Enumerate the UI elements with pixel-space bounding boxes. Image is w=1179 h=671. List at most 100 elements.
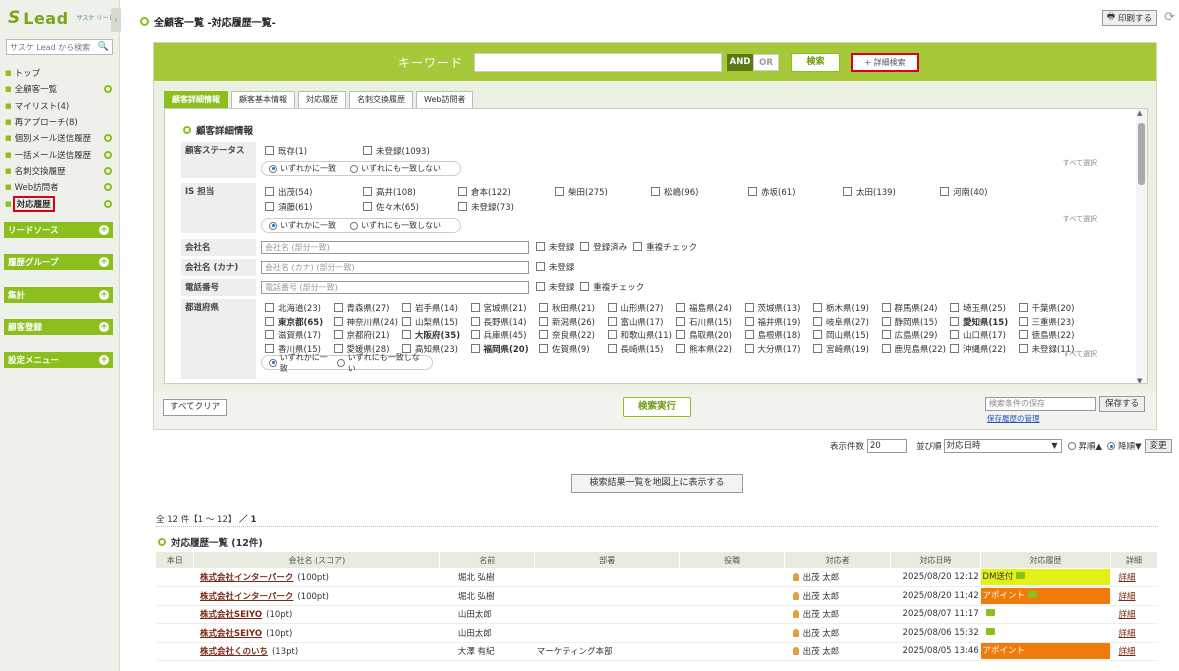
prefecture-checkbox[interactable]: 山梨県(15) [402, 316, 458, 328]
keyword-input[interactable] [474, 53, 722, 72]
radio-none[interactable] [350, 221, 358, 230]
prefecture-checkbox[interactable]: 島根県(18) [745, 329, 801, 341]
prefecture-checkbox[interactable]: 滋賀県(17) [265, 329, 321, 341]
logo[interactable]: S Lead サスケ リード [0, 0, 119, 36]
plus-circle-icon[interactable]: + [99, 289, 109, 300]
prefecture-checkbox[interactable]: 石川県(15) [676, 316, 732, 328]
company-link[interactable]: 株式会社インターパーク [200, 592, 293, 602]
prefecture-checkbox[interactable]: 鳥取県(20) [676, 329, 732, 341]
plus-circle-icon[interactable]: + [99, 322, 109, 333]
change-button[interactable]: 変更 [1144, 439, 1172, 453]
prefecture-checkbox[interactable]: 富山県(17) [608, 316, 664, 328]
memo-icon[interactable] [1028, 590, 1038, 598]
prefecture-checkbox[interactable]: 京都府(21) [334, 329, 390, 341]
expand-circle-icon[interactable] [104, 166, 112, 175]
is-checkbox[interactable]: 河南(40) [940, 186, 987, 198]
detail-link[interactable]: 詳細 [1118, 629, 1135, 639]
count-input[interactable]: 20 [867, 439, 908, 453]
detail-link[interactable]: 詳細 [1118, 647, 1135, 657]
prefecture-checkbox[interactable]: 埼玉県(25) [950, 302, 1006, 314]
column-header[interactable]: 会社名 (スコア) [193, 552, 441, 568]
prefecture-checkbox[interactable]: 宮崎県(19) [813, 343, 869, 355]
prefecture-checkbox[interactable]: 群馬県(24) [882, 302, 938, 314]
table-row[interactable]: 株式会社SEIYO (10pt) 山田太郎 出茂 太郎 2025/08/06 15:32… [156, 623, 1158, 643]
company-registered-checkbox[interactable]: 登録済み [580, 241, 627, 253]
select-all-link[interactable]: すべて選択 [1063, 214, 1097, 224]
prefecture-checkbox[interactable]: 静岡県(15) [882, 316, 938, 328]
plus-circle-icon[interactable]: + [99, 257, 109, 268]
prefecture-checkbox[interactable]: 徳島県(22) [1019, 329, 1075, 341]
company-link[interactable]: 株式会社SEIYO [200, 629, 262, 639]
detail-link[interactable]: 詳細 [1118, 573, 1135, 583]
history-badge[interactable]: DM送付 [980, 569, 1111, 585]
radio-none[interactable] [336, 358, 345, 367]
memo-icon[interactable] [1016, 572, 1026, 579]
manage-saved-link[interactable]: 保存履歴の管理 [987, 413, 1040, 424]
prefecture-checkbox[interactable]: 愛知県(15) [950, 316, 1008, 328]
column-header[interactable]: 名前 [439, 552, 536, 568]
prefecture-checkbox[interactable]: 沖縄県(22) [950, 343, 1006, 355]
sidebar-search-input[interactable]: サスケ Lead から検索 🔍 [6, 39, 113, 55]
sidebar-section[interactable]: リードソース + [4, 221, 113, 238]
prefecture-checkbox[interactable]: 新潟県(26) [539, 316, 595, 328]
sort-select[interactable]: 対応日時 ▼ [943, 439, 1062, 453]
company-kana-input[interactable]: 会社名 (カナ) (部分一致) [261, 261, 529, 274]
prefecture-checkbox[interactable]: 福井県(19) [745, 316, 801, 328]
sidebar-item[interactable]: ■ 再アプローチ(8) [0, 114, 119, 130]
company-input[interactable]: 会社名 (部分一致) [261, 241, 529, 254]
save-condition-button[interactable]: 保存する [1099, 396, 1146, 412]
sidebar-collapse-button[interactable]: ‹ [111, 8, 121, 32]
status-checkbox-unregistered[interactable]: 未登録(1093) [363, 145, 430, 157]
phone-duplicate-checkbox[interactable]: 重複チェック [580, 281, 644, 293]
prefecture-checkbox[interactable]: 北海道(23) [265, 302, 321, 314]
panel-scrollbar[interactable]: ▲ ▼ [1136, 109, 1147, 383]
company-unregistered-checkbox[interactable]: 未登録 [536, 241, 575, 253]
refresh-icon[interactable]: ⟳ [1164, 10, 1175, 25]
radio-any[interactable] [269, 164, 277, 173]
is-checkbox[interactable]: 赤坂(61) [748, 186, 795, 198]
prefecture-checkbox[interactable]: 長野県(14) [471, 316, 527, 328]
sidebar-item[interactable]: ■ 全顧客一覧 [0, 81, 119, 97]
expand-circle-icon[interactable] [104, 85, 112, 94]
column-header[interactable]: 対応履歴 [980, 552, 1111, 568]
table-row[interactable]: 株式会社インターパーク (100pt) 堀北 弘樹 出茂 太郎 2025/08/20 1… [156, 568, 1158, 587]
advanced-search-button[interactable]: + 詳細検索 [851, 53, 919, 72]
prefecture-checkbox[interactable]: 岩手県(14) [402, 302, 458, 314]
tab[interactable]: Web訪問者 [416, 91, 474, 109]
prefecture-checkbox[interactable]: 大阪府(35) [402, 329, 460, 341]
memo-icon[interactable] [985, 609, 995, 617]
phone-input[interactable]: 電話番号 (部分一致) [261, 281, 529, 294]
prefecture-checkbox[interactable]: 宮城県(21) [471, 302, 527, 314]
history-badge[interactable] [981, 625, 1111, 641]
sidebar-section[interactable]: 設定メニュー + [4, 351, 113, 368]
sidebar-item[interactable]: ■ トップ [0, 65, 119, 81]
company-kana-unregistered-checkbox[interactable]: 未登録 [536, 261, 575, 273]
sidebar-item[interactable]: ■ 一括メール送信履歴 [0, 146, 119, 162]
select-all-link[interactable]: すべて選択 [1063, 349, 1097, 359]
radio-none[interactable] [350, 164, 358, 173]
prefecture-checkbox[interactable]: 大分県(17) [745, 343, 801, 355]
expand-circle-icon[interactable] [104, 199, 112, 208]
history-badge[interactable]: アポイント [980, 643, 1111, 660]
save-condition-input[interactable]: 検索条件の保存 [985, 397, 1096, 411]
asc-radio[interactable] [1067, 442, 1076, 450]
prefecture-checkbox[interactable]: 福岡県(20) [471, 343, 529, 355]
scroll-up-icon[interactable]: ▲ [1137, 109, 1142, 117]
column-header[interactable]: 対応日時 [890, 552, 982, 568]
sidebar-item[interactable]: ■ マイリスト(4) [0, 98, 119, 114]
or-toggle[interactable]: OR [753, 54, 779, 71]
prefecture-checkbox[interactable]: 熊本県(22) [676, 343, 732, 355]
desc-radio[interactable] [1107, 442, 1116, 450]
table-row[interactable]: 株式会社インターパーク (100pt) 堀北 弘樹 出茂 太郎 2025/08/20 1… [156, 586, 1158, 606]
prefecture-checkbox[interactable]: 鹿児島県(22) [882, 343, 946, 355]
sidebar-section[interactable]: 集計 + [4, 286, 113, 303]
plus-circle-icon[interactable]: + [99, 224, 109, 235]
history-badge[interactable] [981, 606, 1111, 622]
prefecture-checkbox[interactable]: 山形県(27) [608, 302, 664, 314]
table-row[interactable]: 株式会社くのいち (13pt) 大澤 有紀 マーケティング本部 出茂 太郎 2025/08… [156, 642, 1158, 661]
is-checkbox[interactable]: 倉本(122) [458, 186, 511, 198]
sidebar-item[interactable]: ■ Web訪問者 [0, 179, 119, 195]
scroll-down-icon[interactable]: ▼ [1137, 377, 1142, 383]
print-button[interactable]: 🖶 印刷する [1101, 10, 1157, 26]
is-checkbox[interactable]: 柴田(275) [555, 186, 608, 198]
